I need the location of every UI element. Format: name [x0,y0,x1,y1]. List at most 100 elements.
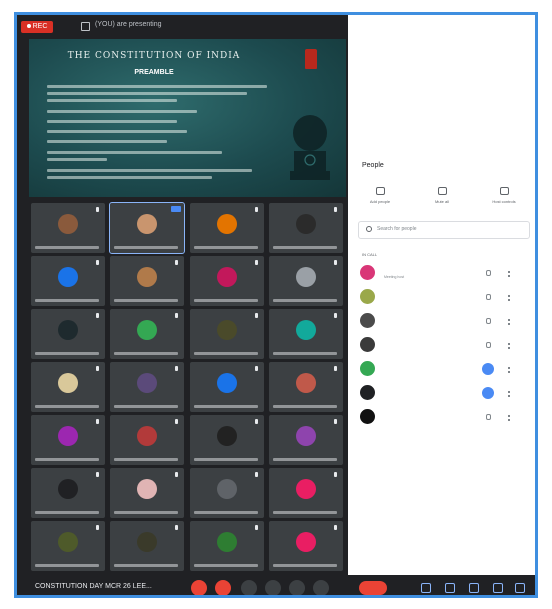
participant-tile[interactable] [31,256,105,306]
participant-tile[interactable] [110,468,184,518]
search-people-input[interactable]: Search for people [358,221,530,239]
more-vert-icon[interactable] [508,391,512,397]
participant-tile[interactable] [190,309,264,359]
participant-tile[interactable] [110,415,184,465]
avatar [58,479,78,499]
mic-muted-icon [255,313,258,318]
participant-role: Meeting host [384,275,405,279]
people-icon[interactable] [445,583,455,593]
participant-row[interactable] [358,313,528,329]
participant-tile[interactable] [190,468,264,518]
people-panel: People Add people Mute all Host controls… [348,15,535,575]
more-vert-icon[interactable] [508,367,512,373]
mic-muted-icon [175,313,178,318]
participant-tile[interactable] [110,362,184,412]
more-vert-icon[interactable] [508,319,512,325]
tile-name-bar [35,458,99,461]
mic-muted-icon [175,260,178,265]
avatar [296,373,316,393]
mute-all-button[interactable]: Mute all [420,187,464,204]
flag-icon [305,49,317,69]
participant-tile[interactable] [269,256,343,306]
mic-muted-icon [334,472,337,477]
mic-muted-icon [175,366,178,371]
slide-text-line [47,140,167,143]
participant-tile[interactable] [110,309,184,359]
host-controls-button[interactable]: Host controls [482,187,526,204]
participant-tile[interactable] [31,203,105,253]
participant-tile[interactable] [190,362,264,412]
mic-muted-icon[interactable] [486,318,491,324]
speaking-indicator-icon[interactable] [482,363,494,375]
tile-name-bar [194,511,258,514]
more-options-button[interactable] [313,580,329,595]
participant-tile[interactable] [190,521,264,571]
participant-tile[interactable] [269,521,343,571]
participant-row[interactable] [358,385,528,401]
mic-muted-icon [334,207,337,212]
mic-muted-icon [96,313,99,318]
participant-tile[interactable] [269,362,343,412]
participant-tile[interactable] [269,203,343,253]
tile-name-bar [273,511,337,514]
mic-muted-icon[interactable] [486,270,491,276]
participant-tile[interactable] [269,309,343,359]
add-people-button[interactable]: Add people [358,187,402,204]
participant-tile[interactable] [269,415,343,465]
mic-muted-icon [334,419,337,424]
participant-row[interactable] [358,289,528,305]
more-vert-icon[interactable] [508,343,512,349]
participant-tile[interactable] [31,362,105,412]
participant-tile[interactable] [31,468,105,518]
mic-muted-icon[interactable] [486,414,491,420]
mic-muted-icon [255,366,258,371]
tile-name-bar [114,405,178,408]
participant-row[interactable] [358,337,528,353]
more-vert-icon[interactable] [508,271,512,277]
mic-muted-icon [255,207,258,212]
search-placeholder: Search for people [377,226,417,232]
mic-muted-icon [175,525,178,530]
participant-tile[interactable] [190,256,264,306]
participant-tile[interactable] [110,521,184,571]
tile-name-bar [194,564,258,567]
speaking-indicator-icon[interactable] [482,387,494,399]
participant-tile[interactable] [31,415,105,465]
tile-name-bar [35,511,99,514]
tile-name-bar [114,564,178,567]
mic-muted-icon[interactable] [486,342,491,348]
participant-row[interactable]: Meeting host [358,265,528,281]
info-icon[interactable] [421,583,431,593]
participant-tile[interactable] [31,521,105,571]
mic-muted-icon [255,525,258,530]
captions-button[interactable] [241,580,257,595]
avatar [360,289,375,304]
avatar [217,532,237,552]
avatar [217,373,237,393]
participant-row[interactable] [358,409,528,425]
participant-tile[interactable] [109,202,185,254]
participant-tile[interactable] [190,203,264,253]
tile-name-bar [35,352,99,355]
present-button[interactable] [289,580,305,595]
activities-icon[interactable] [493,583,503,593]
avatar [58,532,78,552]
more-vert-icon[interactable] [508,415,512,421]
chat-icon[interactable] [469,583,479,593]
host-lock-icon[interactable] [515,583,525,593]
mic-muted-icon[interactable] [486,294,491,300]
participant-tile[interactable] [269,468,343,518]
tile-name-bar [35,299,99,302]
end-call-button[interactable] [359,581,387,595]
avatar [137,320,157,340]
microphone-button[interactable] [191,580,207,595]
participant-tile[interactable] [110,256,184,306]
raise-hand-button[interactable] [265,580,281,595]
participant-tile[interactable] [190,415,264,465]
avatar [217,479,237,499]
camera-button[interactable] [215,580,231,595]
participant-tile[interactable] [31,309,105,359]
participant-row[interactable] [358,361,528,377]
tile-name-bar [194,458,258,461]
more-vert-icon[interactable] [508,295,512,301]
